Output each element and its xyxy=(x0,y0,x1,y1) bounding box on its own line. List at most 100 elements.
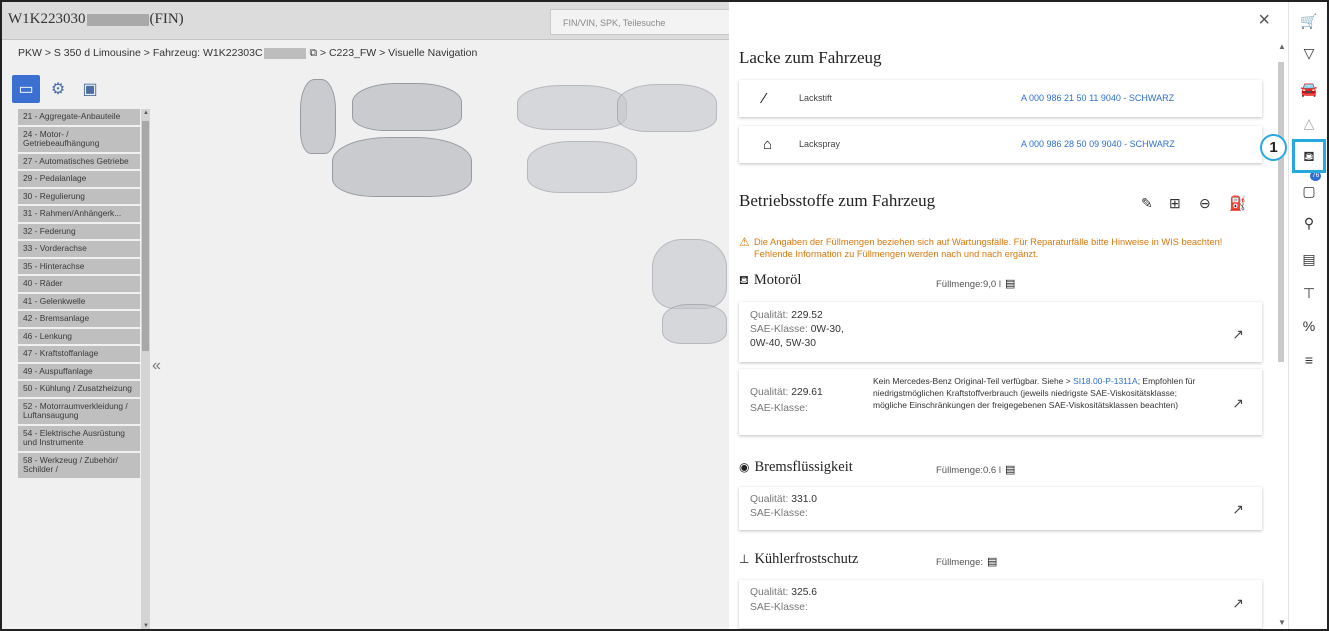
breadcrumb-part[interactable]: > C223_FW > Visuelle Navigation xyxy=(320,47,477,59)
external-link-icon[interactable]: ↗ xyxy=(1232,501,1244,518)
menu-item[interactable]: 32 - Federung xyxy=(18,223,140,239)
wis-document-icon[interactable]: ▤ xyxy=(987,555,997,568)
search-icon[interactable]: ⚲ xyxy=(1298,212,1320,234)
vehicle-image[interactable] xyxy=(300,79,336,154)
menu-item[interactable]: 30 - Regulierung xyxy=(18,188,140,204)
sae-label: SAE-Klasse: xyxy=(750,324,808,335)
coolant-card: Qualität: 325.6 SAE-Klasse: ↗ xyxy=(739,580,1262,628)
breadcrumb-part[interactable]: PKW > S 350 d Limousine > Fahrzeug: W1K2… xyxy=(18,47,263,59)
spray-can-icon: ⌂ xyxy=(763,136,773,153)
navigation-icons: ▭ ⚙ ▣ xyxy=(12,75,142,105)
paint-part-link[interactable]: A 000 986 21 50 11 9040 - SCHWARZ xyxy=(1021,93,1174,103)
scrollbar-thumb[interactable] xyxy=(142,121,149,351)
menu-item[interactable]: 41 - Gelenkwelle xyxy=(18,293,140,309)
panel-scrollbar[interactable]: ▲ ▼ xyxy=(1276,42,1286,627)
right-toolbar: 🛒 ▽ 🚘 △ ⛾ ▢ 76 ⚲ ▤ ⊤ % ≡ xyxy=(1288,2,1327,629)
vehicle-image[interactable] xyxy=(332,137,472,197)
engine-oil-fill: Füllmenge:9,0 l ▤ xyxy=(936,277,1015,290)
coolant-icon: ⊥ xyxy=(739,552,750,566)
warning-text: Die Angaben der Füllmengen beziehen sich… xyxy=(754,237,1223,259)
engine-oil-heading: ⛾ Motoröl xyxy=(739,272,801,289)
menu-item[interactable]: 47 - Kraftstoffanlage xyxy=(18,346,140,362)
menu-item[interactable]: 21 - Aggregate-Anbauteile xyxy=(18,109,140,125)
vehicle-info-icon[interactable]: 🚘 xyxy=(1298,78,1320,100)
sae-label: SAE-Klasse: xyxy=(750,602,808,613)
wis-document-icon[interactable]: ▤ xyxy=(1005,463,1015,476)
vehicle-image[interactable] xyxy=(517,85,627,130)
scroll-down-icon[interactable]: ▼ xyxy=(143,623,149,629)
menu-item[interactable]: 50 - Kühlung / Zusatzheizung xyxy=(18,381,140,397)
coolant-title: Kühlerfrostschutz xyxy=(754,551,859,567)
vehicle-image[interactable] xyxy=(352,83,462,131)
scroll-down-icon[interactable]: ▼ xyxy=(1278,618,1286,627)
quality-line: Qualität: 229.61 xyxy=(750,386,823,400)
breadcrumb: PKW > S 350 d Limousine > Fahrzeug: W1K2… xyxy=(18,47,477,60)
quality-label: Qualität: xyxy=(750,587,789,598)
brake-icon: ◉ xyxy=(739,460,750,474)
vehicle-image[interactable] xyxy=(527,141,637,193)
engine-icon[interactable]: ⚙ xyxy=(44,75,72,103)
menu-item[interactable]: 27 - Automatisches Getriebe xyxy=(18,153,140,169)
menu-item[interactable]: 24 - Motor- / Getriebeaufhängung xyxy=(18,126,140,152)
quality-line: Qualität: 325.6 xyxy=(750,586,817,600)
external-link-icon[interactable]: ↗ xyxy=(1232,326,1244,343)
service-info-link[interactable]: SI18.00-P-1311A xyxy=(1073,376,1138,386)
menu-item[interactable]: 42 - Bremsanlage xyxy=(18,311,140,327)
car-icon[interactable]: ▭ xyxy=(12,75,40,103)
fluids-section-title: Betriebsstoffe zum Fahrzeug xyxy=(739,191,936,210)
menu-item[interactable]: 35 - Hinterachse xyxy=(18,258,140,274)
fluid-type-icons: ✎ ⊞ ⊖ ⛽ xyxy=(1141,195,1261,217)
menu-item[interactable]: 33 - Vorderachse xyxy=(18,241,140,257)
engine-oil-card: Qualität: 229.61 SAE-Klasse: Kein Merced… xyxy=(739,369,1262,435)
quality-value: 229.61 xyxy=(791,387,823,398)
cart-icon[interactable]: 🛒 xyxy=(1298,10,1320,32)
background-app: W1K223030 (FIN) FIN/VIN, SPK, Teilesuche … xyxy=(2,2,730,629)
menu-item[interactable]: 29 - Pedalanlage xyxy=(18,171,140,187)
fuel-filter-icon[interactable]: ⛽ xyxy=(1229,195,1246,212)
filter-icon[interactable]: ▽ xyxy=(1298,42,1320,64)
sae-line: 0W-40, 5W-30 xyxy=(750,337,816,351)
external-link-icon[interactable]: ↗ xyxy=(1232,395,1244,412)
transmission-icon[interactable]: ▣ xyxy=(76,75,104,103)
external-link-icon[interactable]: ↗ xyxy=(1232,595,1244,612)
menu-item[interactable]: 58 - Werkzeug / Zubehör/ Schilder / xyxy=(18,452,140,478)
oil-can-icon: ⛾ xyxy=(739,273,749,287)
discount-icon[interactable]: % xyxy=(1298,315,1320,337)
scroll-up-icon[interactable]: ▲ xyxy=(1278,42,1286,51)
wis-document-icon[interactable]: ▤ xyxy=(1005,277,1015,290)
menu-item[interactable]: 46 - Lenkung xyxy=(18,328,140,344)
wis-icon[interactable]: ▤ xyxy=(1298,248,1320,270)
close-button[interactable]: × xyxy=(1258,10,1270,30)
package-icon[interactable]: ▢ 76 xyxy=(1298,171,1322,202)
warning-settings-icon[interactable]: △ xyxy=(1298,112,1320,134)
coolant-filter-icon[interactable]: ⊞ xyxy=(1169,195,1181,212)
oil-filter-icon[interactable]: ⊖ xyxy=(1199,195,1211,212)
quality-line: Qualität: 229.52 xyxy=(750,309,823,323)
paint-part-link[interactable]: A 000 986 28 50 09 9040 - SCHWARZ xyxy=(1021,139,1175,149)
vehicle-image[interactable] xyxy=(652,239,727,309)
sae-line: SAE-Klasse: 0W-30, xyxy=(750,323,844,337)
scroll-up-icon[interactable]: ▲ xyxy=(143,110,149,116)
lighting-icon[interactable]: ≡ xyxy=(1298,349,1320,371)
brake-fluid-filter-icon[interactable]: ✎ xyxy=(1141,195,1153,212)
menu-item[interactable]: 40 - Räder xyxy=(18,276,140,292)
vehicle-image[interactable] xyxy=(662,304,727,344)
menu-scrollbar[interactable]: ▲ ▼ xyxy=(141,109,150,629)
sae-line: SAE-Klasse: xyxy=(750,402,808,416)
copy-icon[interactable]: ⧉ xyxy=(309,47,317,59)
search-input[interactable]: FIN/VIN, SPK, Teilesuche xyxy=(550,9,730,35)
fill-label: Füllmenge: xyxy=(936,557,983,568)
sae-line: SAE-Klasse: xyxy=(750,507,808,521)
note-text: Kein Mercedes-Benz Original-Teil verfügb… xyxy=(873,376,1074,386)
vehicle-image[interactable] xyxy=(617,84,717,132)
structure-icon[interactable]: ⊤ xyxy=(1298,282,1320,304)
menu-item[interactable]: 49 - Auspuffanlage xyxy=(18,363,140,379)
collapse-menu-button[interactable]: « xyxy=(152,357,161,375)
menu-item[interactable]: 54 - Elektrische Ausrüstung und Instrume… xyxy=(18,425,140,451)
quality-label: Qualität: xyxy=(750,494,789,505)
fill-value: 9,0 l xyxy=(983,279,1001,290)
menu-item[interactable]: 52 - Motorraumverkleidung / Luftansaugun… xyxy=(18,398,140,424)
scrollbar-thumb[interactable] xyxy=(1278,62,1284,362)
brake-fluid-card: Qualität: 331.0 SAE-Klasse: ↗ xyxy=(739,487,1262,530)
menu-item[interactable]: 31 - Rahmen/Anhängerk... xyxy=(18,206,140,222)
